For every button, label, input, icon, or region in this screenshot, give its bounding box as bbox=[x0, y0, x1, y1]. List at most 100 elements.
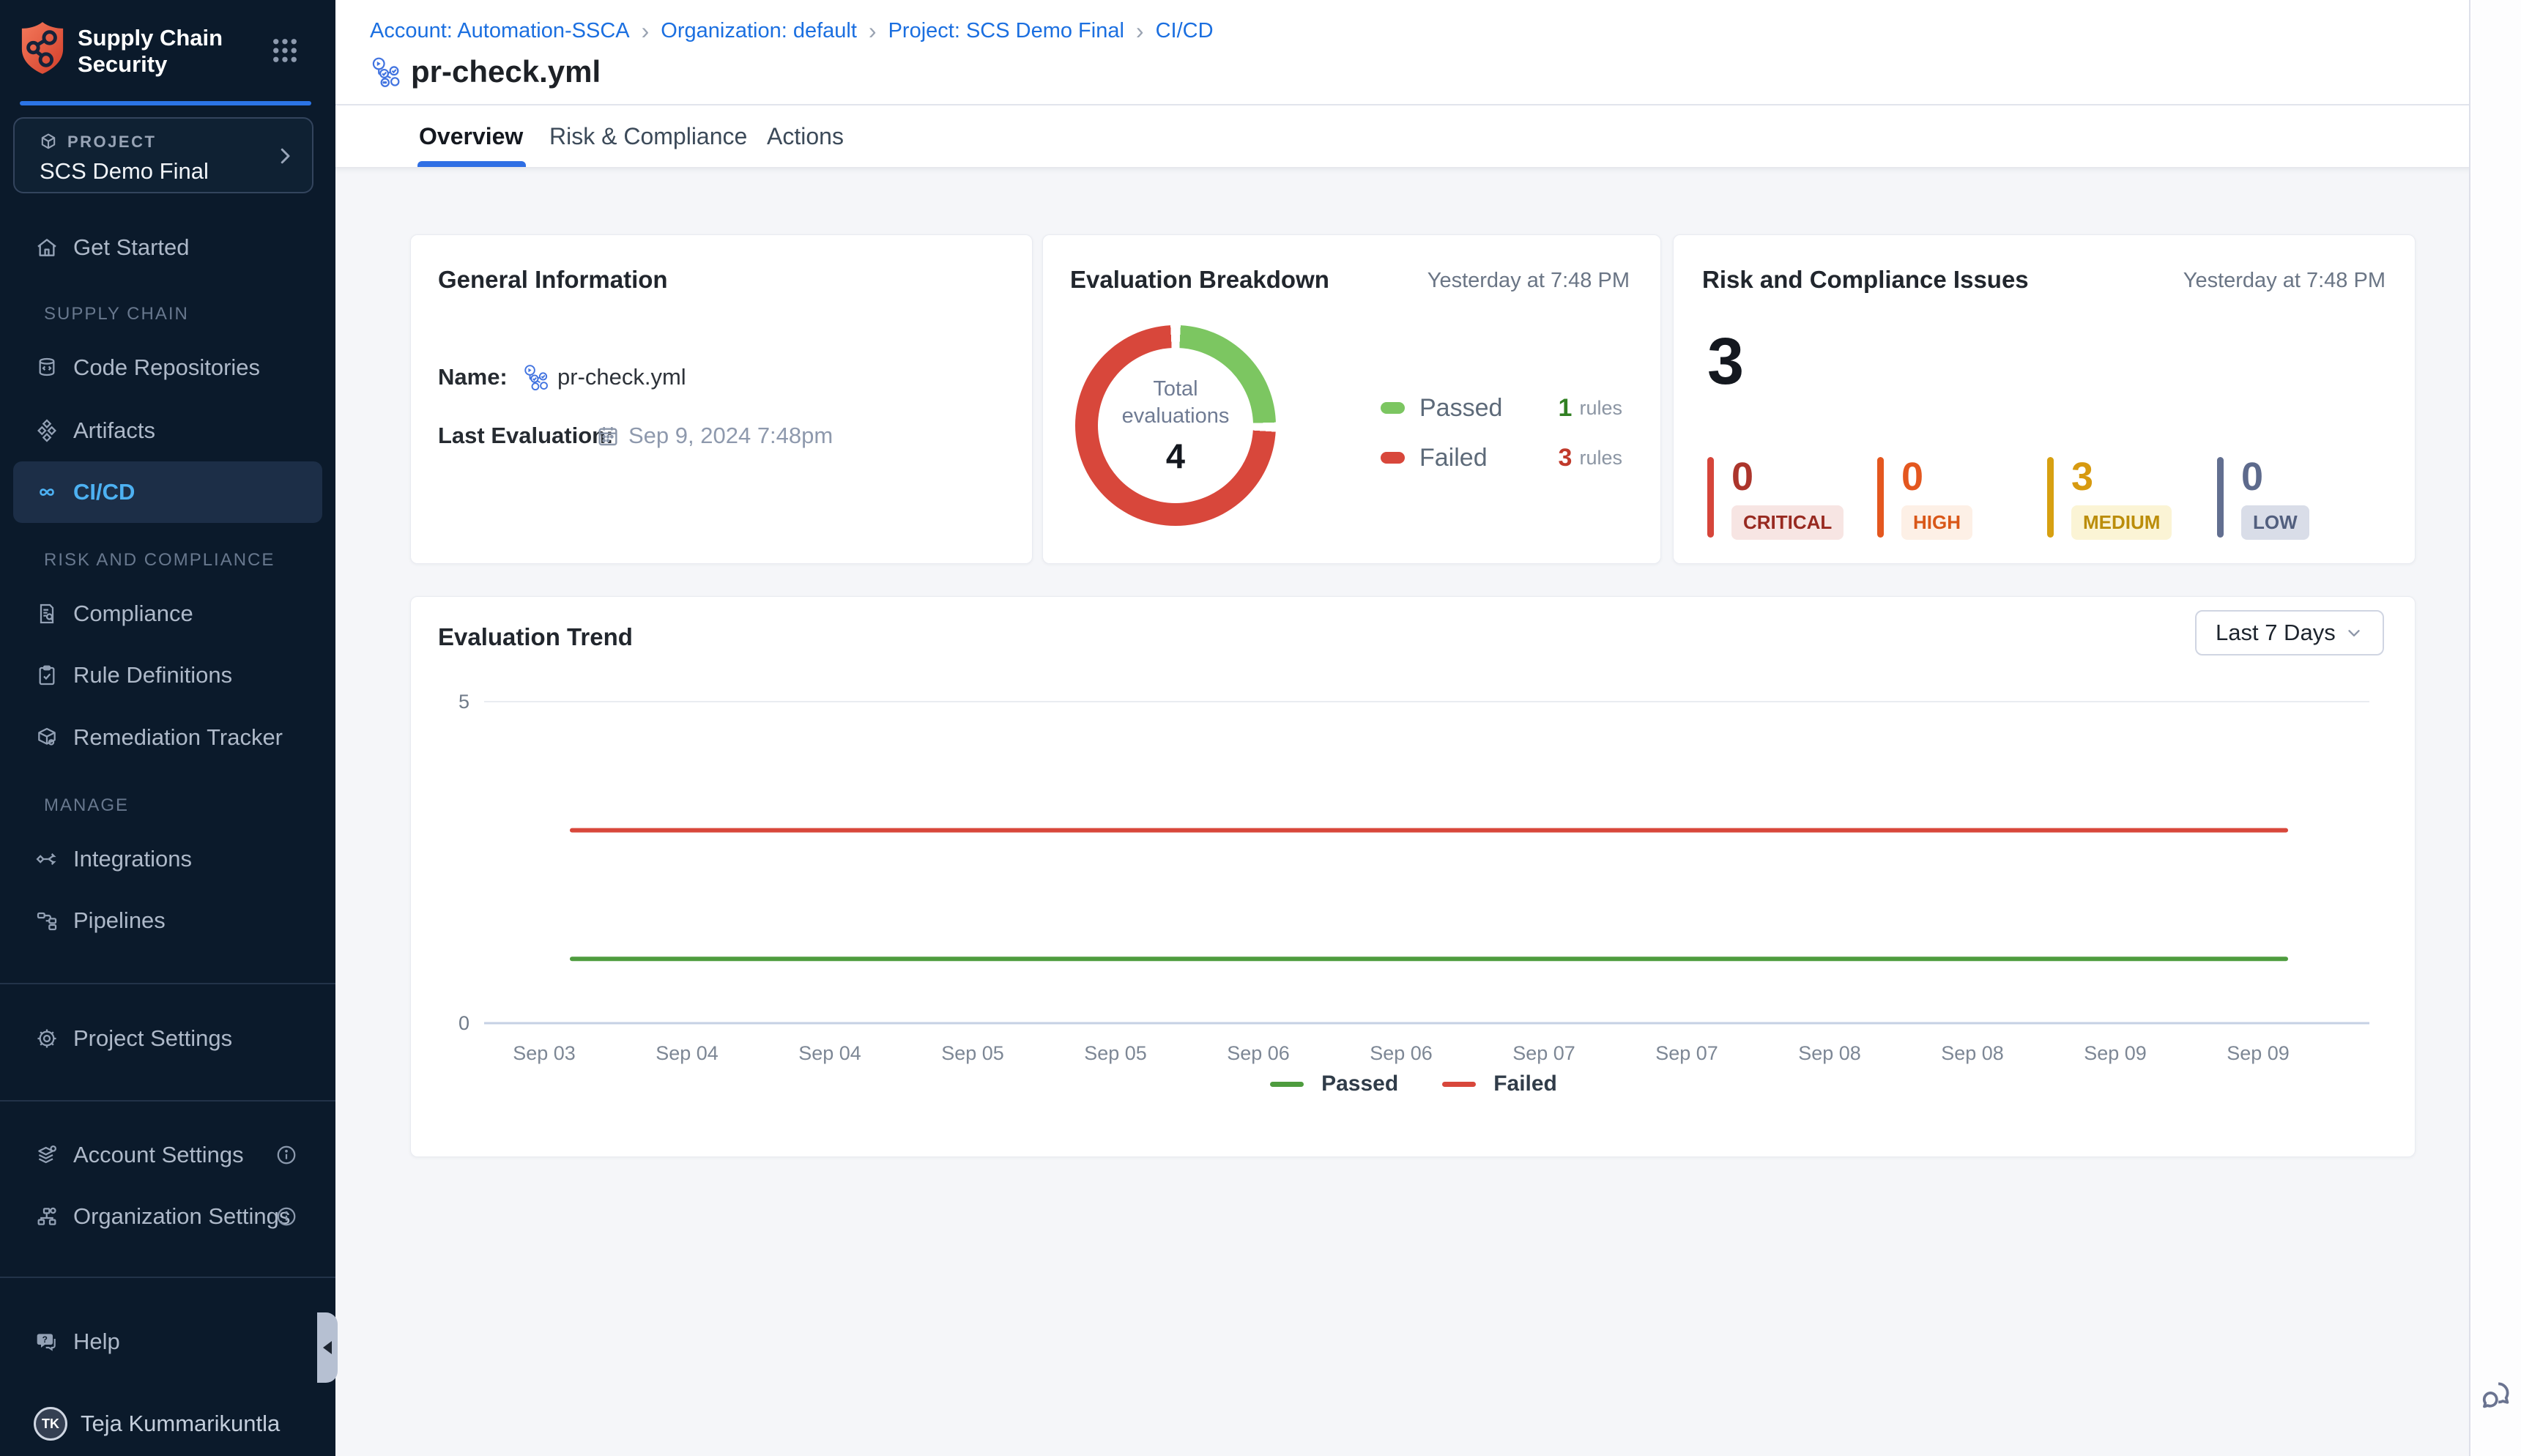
breadcrumb-section[interactable]: CI/CD bbox=[1156, 19, 1214, 43]
sidebar-item-account-settings[interactable]: Account Settings bbox=[0, 1132, 335, 1178]
pipeline-icon bbox=[370, 56, 402, 88]
chevron-separator-icon: › bbox=[1136, 21, 1144, 42]
project-selector-name: SCS Demo Final bbox=[40, 158, 209, 185]
pipeline-icon bbox=[522, 363, 550, 391]
home-icon bbox=[35, 236, 59, 259]
sidebar-collapse-handle[interactable] bbox=[317, 1312, 338, 1383]
breadcrumb-project[interactable]: Project: SCS Demo Final bbox=[888, 19, 1124, 43]
infinity-icon bbox=[35, 480, 59, 504]
medium-badge: MEDIUM bbox=[2071, 505, 2172, 540]
sidebar: Supply Chain Security PROJECT SCS Demo F… bbox=[0, 0, 335, 1456]
compliance-doc-icon bbox=[35, 602, 59, 625]
severity-critical: 0 CRITICAL bbox=[1707, 457, 1877, 540]
pipelines-icon bbox=[35, 909, 59, 932]
tab-actions[interactable]: Actions bbox=[767, 105, 844, 167]
last-evaluation-value: Sep 9, 2024 7:48pm bbox=[628, 423, 833, 449]
tab-bar: Overview Risk & Compliance Actions bbox=[335, 105, 2469, 167]
x-axis-tick: Sep 09 bbox=[2227, 1042, 2290, 1064]
sidebar-item-label: Integrations bbox=[73, 846, 192, 872]
user-menu[interactable]: TK Teja Kummarikuntla bbox=[0, 1399, 335, 1449]
sidebar-section-supply-chain: SUPPLY CHAIN bbox=[44, 304, 189, 324]
project-selector-label: PROJECT bbox=[67, 133, 156, 152]
x-axis-tick: Sep 08 bbox=[1798, 1042, 1861, 1064]
info-icon[interactable] bbox=[275, 1206, 297, 1227]
sidebar-item-rule-definitions[interactable]: Rule Definitions bbox=[0, 652, 335, 699]
passed-count: 1 bbox=[1559, 394, 1573, 423]
severity-high: 0 HIGH bbox=[1877, 457, 2047, 540]
x-axis-tick: Sep 07 bbox=[1655, 1042, 1718, 1064]
trend-range-value: Last 7 Days bbox=[2216, 620, 2336, 646]
clipboard-check-icon bbox=[35, 664, 59, 687]
sidebar-item-label: Compliance bbox=[73, 601, 193, 627]
failed-legend-label: Failed bbox=[1493, 1071, 1557, 1096]
card-title: Evaluation Trend bbox=[438, 623, 633, 651]
chevron-down-icon bbox=[2344, 623, 2364, 642]
failed-line-swatch bbox=[1442, 1082, 1476, 1087]
app-logo: Supply Chain Security bbox=[19, 19, 316, 86]
sidebar-item-integrations[interactable]: Integrations bbox=[0, 836, 335, 883]
tab-risk-compliance[interactable]: Risk & Compliance bbox=[549, 105, 747, 167]
sidebar-item-label: Get Started bbox=[73, 234, 190, 261]
card-title: General Information bbox=[438, 266, 668, 294]
sidebar-item-label: Pipelines bbox=[73, 907, 166, 934]
sidebar-divider bbox=[0, 983, 335, 984]
last-evaluation-label: Last Evaluation: bbox=[438, 423, 613, 449]
sidebar-section-risk-compliance: RISK AND COMPLIANCE bbox=[44, 550, 275, 571]
sidebar-item-artifacts[interactable]: Artifacts bbox=[0, 407, 335, 454]
tab-overview[interactable]: Overview bbox=[419, 105, 523, 167]
module-switcher-icon[interactable] bbox=[270, 35, 300, 66]
severity-medium: 3 MEDIUM bbox=[2047, 457, 2217, 540]
evaluation-breakdown-card: Evaluation Breakdown Yesterday at 7:48 P… bbox=[1042, 234, 1661, 564]
general-information-card: General Information Name: pr-check.yml L… bbox=[410, 234, 1033, 564]
remediation-box-icon bbox=[35, 726, 59, 749]
sidebar-divider bbox=[0, 1100, 335, 1102]
sidebar-item-organization-settings[interactable]: Organization Settings bbox=[0, 1193, 335, 1240]
page-header: Account: Automation-SSCA › Organization:… bbox=[335, 0, 2469, 167]
low-badge: LOW bbox=[2241, 505, 2309, 540]
breadcrumb-organization[interactable]: Organization: default bbox=[661, 19, 857, 43]
org-hierarchy-gear-icon bbox=[35, 1205, 59, 1228]
sidebar-item-compliance[interactable]: Compliance bbox=[0, 590, 335, 637]
shield-logo-icon bbox=[19, 21, 66, 76]
name-value: pr-check.yml bbox=[557, 364, 686, 390]
sidebar-item-code-repositories[interactable]: Code Repositories bbox=[0, 344, 335, 391]
sidebar-item-cicd[interactable]: CI/CD bbox=[13, 461, 322, 523]
x-axis-tick: Sep 08 bbox=[1941, 1042, 2004, 1064]
support-chat-icon[interactable] bbox=[2478, 1377, 2514, 1414]
chevron-separator-icon: › bbox=[869, 21, 877, 42]
chevron-separator-icon: › bbox=[642, 21, 650, 42]
sidebar-item-label: Rule Definitions bbox=[73, 662, 232, 688]
sidebar-item-label: Code Repositories bbox=[73, 354, 260, 381]
severity-bar bbox=[1877, 457, 1884, 538]
sidebar-item-help[interactable]: ? Help bbox=[0, 1318, 335, 1365]
legend-row-failed: Failed 3 rules bbox=[1381, 442, 1622, 473]
sidebar-accent-divider bbox=[20, 101, 311, 105]
trend-chart: Sep 03Sep 04Sep 04Sep 05Sep 05Sep 06Sep … bbox=[484, 692, 2369, 1073]
x-axis-tick: Sep 06 bbox=[1370, 1042, 1433, 1064]
passed-legend-label: Passed bbox=[1419, 394, 1525, 423]
critical-badge: CRITICAL bbox=[1731, 505, 1844, 540]
sidebar-item-remediation-tracker[interactable]: Remediation Tracker bbox=[0, 714, 335, 761]
sidebar-item-label: Project Settings bbox=[73, 1025, 232, 1052]
trend-range-select[interactable]: Last 7 Days bbox=[2195, 610, 2384, 655]
failed-unit: rules bbox=[1579, 447, 1622, 469]
failed-legend-label: Failed bbox=[1419, 444, 1525, 472]
calendar-icon bbox=[596, 424, 620, 447]
repository-icon bbox=[35, 356, 59, 379]
sidebar-item-pipelines[interactable]: Pipelines bbox=[0, 897, 335, 944]
sidebar-item-project-settings[interactable]: Project Settings bbox=[0, 1015, 335, 1062]
y-axis-tick-max: 5 bbox=[426, 691, 469, 713]
breadcrumb-account[interactable]: Account: Automation-SSCA bbox=[370, 19, 630, 43]
info-icon[interactable] bbox=[275, 1144, 297, 1166]
collapse-arrow-icon bbox=[323, 1341, 332, 1354]
project-selector[interactable]: PROJECT SCS Demo Final bbox=[13, 117, 313, 193]
sidebar-item-get-started[interactable]: Get Started bbox=[0, 224, 335, 271]
severity-breakdown: 0 CRITICAL 0 HIGH 3 MEDIUM bbox=[1707, 457, 2387, 540]
medium-count: 3 bbox=[2071, 457, 2172, 497]
critical-count: 0 bbox=[1731, 457, 1844, 497]
y-axis-tick-min: 0 bbox=[426, 1012, 469, 1035]
sidebar-section-manage: MANAGE bbox=[44, 795, 129, 816]
sidebar-divider bbox=[0, 1277, 335, 1278]
high-count: 0 bbox=[1901, 457, 1972, 497]
failed-count: 3 bbox=[1559, 444, 1573, 472]
